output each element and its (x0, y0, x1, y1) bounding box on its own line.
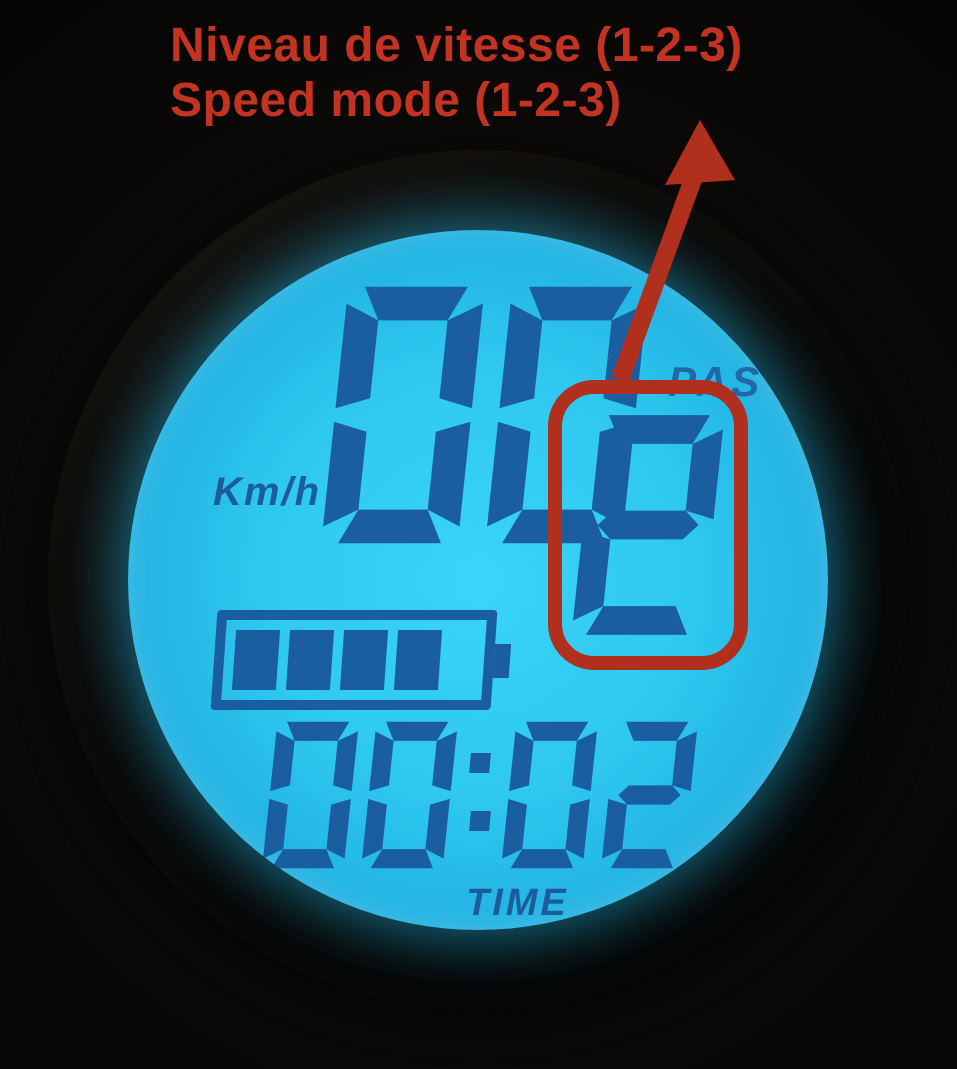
speed-unit-label: Km/h (213, 470, 321, 515)
time-value (263, 715, 697, 880)
annotation-line-2: Speed mode (1-2-3) (170, 73, 743, 128)
battery-indicator (214, 610, 494, 710)
time-colon (470, 715, 490, 869)
annotation-text: Niveau de vitesse (1-2-3) Speed mode (1-… (170, 18, 743, 128)
annotation-line-1: Niveau de vitesse (1-2-3) (170, 18, 743, 73)
time-label: TIME (466, 882, 569, 925)
annotation-highlight-box (548, 380, 748, 670)
